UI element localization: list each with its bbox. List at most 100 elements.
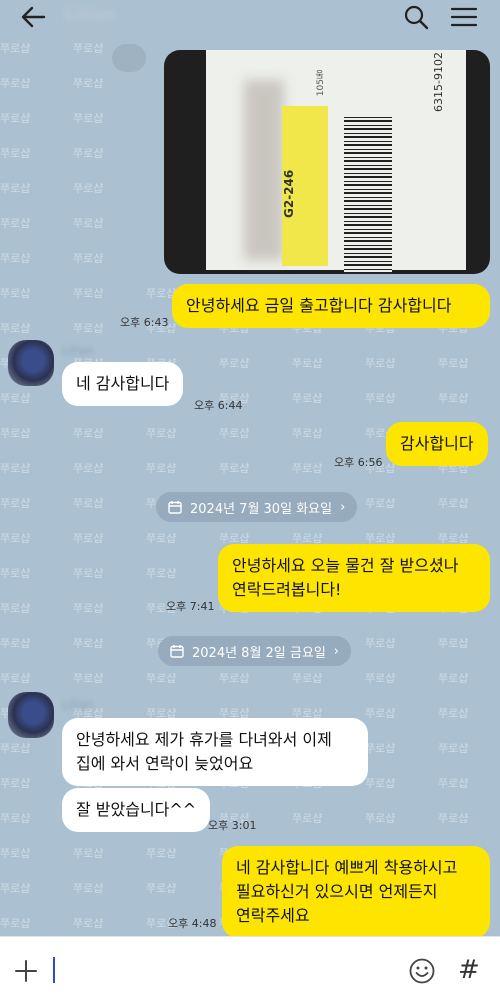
my-message[interactable]: 네 감사합니다 예쁘게 착용하시고 필요하신거 있으시면 언제든지 연락주세요 — [222, 846, 490, 936]
chevron-right-icon: › — [340, 499, 346, 515]
chat-title: Lilian — [64, 5, 116, 25]
watermark-text: 쭈로샵 — [73, 497, 103, 510]
watermark-text: 쭈로샵 — [0, 672, 30, 685]
watermark-text: 쭈로샵 — [0, 847, 30, 860]
watermark-text: 쭈로샵 — [365, 497, 395, 510]
watermark-text: 쭈로샵 — [0, 112, 30, 125]
chat-area[interactable]: 쭈로샵 쭈로샵 쭈로샵 쭈로샵 쭈로샵 쭈로샵 쭈로샵 쭈로샵 쭈로샵 쭈로샵 … — [0, 34, 500, 936]
label-building: 105동 — [316, 70, 326, 97]
watermark-text: 쭈로샵 — [0, 917, 30, 930]
watermark-text: 쭈로샵 — [73, 182, 103, 195]
watermark-text: 쭈로샵 — [438, 497, 468, 510]
message-time: 오후 6:44 — [194, 399, 243, 412]
watermark-text: 쭈로샵 — [365, 357, 395, 370]
watermark-text: 쭈로샵 — [438, 777, 468, 790]
other-message[interactable]: 안녕하세요 제가 휴가를 다녀와서 이제 집에 와서 연락이 늦었어요 — [62, 718, 368, 786]
message-time: 오후 3:01 — [208, 819, 257, 832]
avatar[interactable] — [8, 340, 54, 386]
date-divider[interactable]: 2024년 8월 2일 금요일 › — [158, 636, 351, 666]
watermark-text: 쭈로샵 — [146, 882, 176, 895]
date-label: 2024년 8월 2일 금요일 — [192, 645, 326, 661]
watermark-text: 쭈로샵 — [0, 252, 30, 265]
watermark-text: 쭈로샵 — [0, 882, 30, 895]
plus-icon[interactable] — [14, 959, 38, 983]
watermark-text: 쭈로샵 — [73, 287, 103, 300]
barcode — [344, 114, 392, 274]
watermark-text: 쭈로샵 — [0, 812, 30, 825]
message-time: 오후 6:56 — [334, 456, 383, 469]
menu-icon[interactable] — [449, 4, 479, 30]
message-input-bar: # — [0, 936, 500, 1000]
watermark-text: 쭈로샵 — [292, 357, 322, 370]
label-tracking-code: 6315-9102 — [432, 52, 445, 112]
search-icon[interactable] — [402, 4, 430, 30]
watermark-text: 쭈로샵 — [146, 672, 176, 685]
watermark-text: 쭈로샵 — [292, 812, 322, 825]
share-bubble-icon[interactable] — [112, 44, 146, 72]
watermark-text: 쭈로샵 — [365, 707, 395, 720]
avatar[interactable] — [8, 692, 54, 738]
sender-name: Lilian — [62, 698, 94, 712]
watermark-text: 쭈로샵 — [73, 322, 103, 335]
watermark-text: 쭈로샵 — [219, 427, 249, 440]
my-message[interactable]: 안녕하세요 오늘 물건 잘 받으셨나 연락드려봅니다! — [218, 544, 490, 612]
watermark-text: 쭈로샵 — [146, 532, 176, 545]
message-input[interactable] — [58, 951, 388, 989]
shipping-label-photo[interactable]: G2-246 6315-9102 105동 — [164, 50, 490, 274]
watermark-text: 쭈로샵 — [365, 742, 395, 755]
my-message[interactable]: 안녕하세요 금일 출고합니다 감사합니다 — [172, 284, 490, 328]
calendar-icon — [168, 501, 182, 514]
calendar-icon — [170, 645, 184, 658]
other-message[interactable]: 잘 받았습니다^^ — [62, 788, 211, 832]
watermark-text: 쭈로샵 — [146, 427, 176, 440]
watermark-text: 쭈로샵 — [146, 462, 176, 475]
watermark-text: 쭈로샵 — [73, 532, 103, 545]
watermark-text: 쭈로샵 — [365, 392, 395, 405]
watermark-text: 쭈로샵 — [0, 77, 30, 90]
my-message[interactable]: 감사합니다 — [386, 422, 488, 466]
watermark-text: 쭈로샵 — [365, 777, 395, 790]
watermark-text: 쭈로샵 — [438, 357, 468, 370]
watermark-text: 쭈로샵 — [438, 637, 468, 650]
date-label: 2024년 7월 30일 화요일 — [190, 501, 333, 517]
watermark-text: 쭈로샵 — [73, 567, 103, 580]
watermark-text: 쭈로샵 — [219, 462, 249, 475]
watermark-text: 쭈로샵 — [365, 672, 395, 685]
message-time: 오후 6:43 — [120, 316, 169, 329]
watermark-text: 쭈로샵 — [219, 357, 249, 370]
watermark-text: 쭈로샵 — [73, 882, 103, 895]
watermark-text: 쭈로샵 — [0, 287, 30, 300]
watermark-text: 쭈로샵 — [292, 427, 322, 440]
watermark-text: 쭈로샵 — [0, 497, 30, 510]
watermark-text: 쭈로샵 — [438, 812, 468, 825]
watermark-text: 쭈로샵 — [292, 392, 322, 405]
watermark-text: 쭈로샵 — [73, 917, 103, 930]
watermark-text: 쭈로샵 — [365, 812, 395, 825]
watermark-text: 쭈로샵 — [0, 392, 30, 405]
hashtag-icon[interactable]: # — [458, 955, 480, 985]
watermark-text: 쭈로샵 — [365, 637, 395, 650]
watermark-text: 쭈로샵 — [73, 847, 103, 860]
watermark-text: 쭈로샵 — [292, 462, 322, 475]
watermark-text: 쭈로샵 — [0, 532, 30, 545]
label-sort-code: G2-246 — [282, 169, 296, 218]
watermark-text: 쭈로샵 — [0, 427, 30, 440]
date-divider[interactable]: 2024년 7월 30일 화요일 › — [156, 492, 358, 522]
emoji-icon[interactable] — [408, 957, 436, 985]
watermark-text: 쭈로샵 — [0, 742, 30, 755]
watermark-text: 쭈로샵 — [73, 672, 103, 685]
watermark-text: 쭈로샵 — [73, 112, 103, 125]
watermark-text: 쭈로샵 — [73, 252, 103, 265]
watermark-text: 쭈로샵 — [438, 392, 468, 405]
sender-name: Lilian — [62, 344, 94, 358]
other-message[interactable]: 네 감사합니다 — [62, 362, 184, 406]
watermark-text: 쭈로샵 — [0, 637, 30, 650]
watermark-text: 쭈로샵 — [0, 322, 30, 335]
back-arrow-icon[interactable] — [18, 4, 50, 30]
watermark-text: 쭈로샵 — [0, 217, 30, 230]
watermark-text: 쭈로샵 — [292, 672, 322, 685]
watermark-text: 쭈로샵 — [0, 182, 30, 195]
watermark-text: 쭈로샵 — [438, 742, 468, 755]
message-time: 오후 4:48 — [168, 917, 217, 930]
watermark-text: 쭈로샵 — [73, 602, 103, 615]
